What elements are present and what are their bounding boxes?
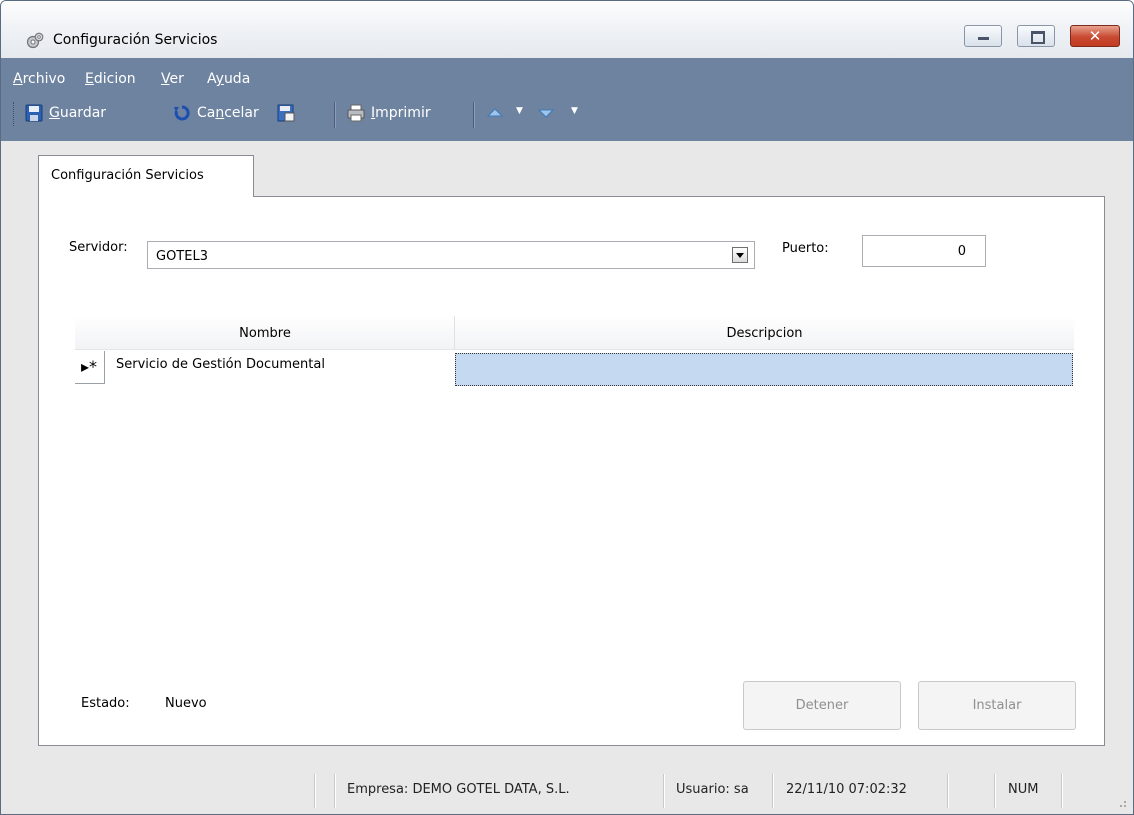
nav-down-dropdown[interactable]: ▼ [571,106,578,128]
menu-ayuda[interactable]: Ayuda [207,71,250,87]
column-header-nombre[interactable]: Nombre [75,326,455,341]
menu-edicion-mnemonic: E [85,71,94,87]
save-button[interactable]: Guardar [25,104,106,126]
tab-label: Configuración Servicios [51,168,204,183]
menu-archivo[interactable]: Archivo [13,71,65,87]
status-separator [1061,774,1063,808]
status-label: Estado: [81,696,130,711]
status-separator [334,774,336,808]
printer-icon [347,104,365,122]
print-label: Imprimir [371,105,431,121]
menu-ver-mnemonic: V [161,71,170,87]
new-row-asterisk: * [89,357,98,376]
cancel-label: Cancelar [197,105,259,121]
status-num: NUM [1008,782,1039,797]
new-row-marker[interactable]: ▸* [75,351,105,384]
cell-nombre[interactable]: Servicio de Gestión Documental [116,357,325,372]
status-empresa: Empresa: DEMO GOTEL DATA, S.L. [347,782,570,797]
menu-ver[interactable]: Ver [161,71,184,87]
main-window: Configuración Servicios ✕ Archivo Edicio… [0,0,1134,815]
arrow-up-icon [486,108,504,117]
window-title: Configuración Servicios [53,32,218,48]
print-button[interactable]: Imprimir [347,104,431,126]
maximize-icon [1031,31,1045,44]
close-button[interactable]: ✕ [1070,25,1120,47]
menu-ayuda-pre: A [207,71,216,87]
resize-grip-icon[interactable] [1115,796,1127,808]
arrow-down-icon [537,109,555,118]
install-button[interactable]: Instalar [918,681,1076,730]
status-separator [663,774,665,808]
toolbar-grip[interactable] [13,102,17,126]
menu-archivo-rest: rchivo [22,71,66,87]
column-header-descripcion[interactable]: Descripcion [455,326,1074,341]
status-separator [314,774,316,808]
menu-ayuda-rest: uda [223,71,251,87]
cell-descripcion[interactable] [455,353,1073,386]
server-label: Servidor: [69,240,128,255]
grid-header: Nombre Descripcion [75,316,1074,350]
tab-panel: Servidor: GOTEL3 Puerto: 0 Nombre Descri… [38,196,1105,746]
save-label: Guardar [49,105,107,121]
tab-configuracion-servicios[interactable]: Configuración Servicios [38,155,254,197]
chevron-down-icon [736,253,744,258]
nav-up-dropdown[interactable]: ▼ [516,106,523,128]
close-icon: ✕ [1088,27,1102,45]
nav-up-button[interactable] [486,104,510,126]
server-value: GOTEL3 [156,249,208,264]
nav-down-button[interactable] [537,104,561,126]
port-field[interactable]: 0 [862,235,986,267]
port-label: Puerto: [782,241,829,256]
status-value: Nuevo [165,696,207,711]
menu-archivo-mnemonic: A [13,71,23,87]
minimize-button[interactable] [964,25,1002,47]
status-usuario: Usuario: sa [676,782,749,797]
server-dropdown-button[interactable] [732,247,748,263]
menu-edicion-rest: dicion [93,71,136,87]
toolbar-separator [473,102,475,128]
status-datetime: 22/11/10 07:02:32 [786,782,907,797]
toolbar-separator [334,102,336,128]
maximize-button[interactable] [1017,25,1055,47]
floppy-disk-icon [25,104,43,122]
menu-bar: Archivo Edicion Ver Ayuda [1,58,1133,96]
cancel-button[interactable]: Cancelar [173,104,259,126]
menu-edicion[interactable]: Edicion [85,71,136,87]
stop-button[interactable]: Detener [743,681,901,730]
server-select[interactable]: GOTEL3 [147,241,755,269]
status-separator [994,774,996,808]
menu-ver-rest: er [169,71,184,87]
minimize-icon [978,37,989,40]
port-value: 0 [957,244,966,259]
save-as-button[interactable] [277,104,301,126]
save-as-icon [277,104,295,122]
services-grid[interactable]: Nombre Descripcion ▸* Servicio de Gestió… [75,316,1074,616]
toolbar: Guardar Cancelar Imprimir ▼ ▼ [1,96,1133,141]
title-bar[interactable]: Configuración Servicios ✕ [1,1,1133,57]
undo-icon [174,105,190,121]
status-separator [772,774,774,808]
status-separator [947,774,949,808]
gears-icon [26,32,44,49]
menu-ayuda-mnemonic: y [215,71,224,87]
status-bar: Empresa: DEMO GOTEL DATA, S.L. Usuario: … [1,772,1133,814]
new-row-icon: ▸* [81,357,98,376]
